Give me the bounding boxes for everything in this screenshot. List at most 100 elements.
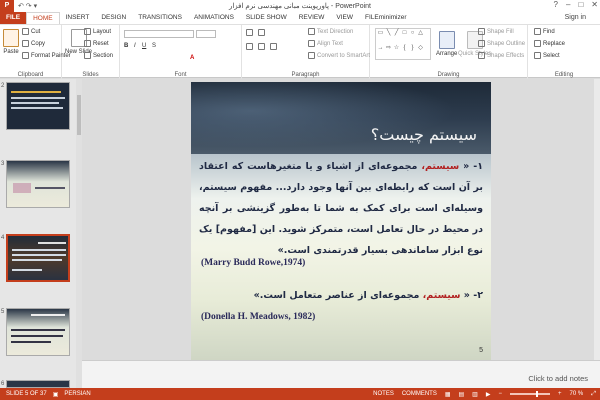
copy-button[interactable]: Copy — [22, 40, 45, 47]
bullets-button[interactable] — [246, 29, 253, 36]
notes-placeholder: Click to add notes — [528, 374, 588, 383]
slide-thumbnail[interactable] — [6, 160, 70, 208]
powerpoint-app-icon[interactable]: P — [0, 0, 14, 12]
align-center-button[interactable] — [258, 43, 265, 50]
zoom-slider[interactable] — [509, 391, 550, 397]
minimize-button[interactable]: – — [566, 0, 570, 9]
tab-design[interactable]: DESIGN — [95, 12, 132, 24]
help-button[interactable]: ? — [554, 0, 558, 9]
zoom-out-button[interactable]: − — [498, 391, 502, 397]
thumbnail-number: 6 — [1, 381, 5, 387]
tab-insert[interactable]: INSERT — [60, 12, 96, 24]
language-indicator[interactable]: PERSIAN — [64, 391, 90, 397]
cut-button[interactable]: Cut — [22, 28, 40, 35]
thumb-text-line — [12, 259, 62, 261]
shape-rect-icon[interactable]: □ — [401, 30, 408, 36]
font-color-button[interactable]: A — [190, 55, 194, 61]
bullets-icon — [246, 29, 253, 36]
tab-review[interactable]: REVIEW — [293, 12, 331, 24]
close-button[interactable]: ✕ — [591, 0, 598, 9]
paste-button[interactable]: Paste — [3, 29, 19, 55]
shape-line-icon[interactable]: ╱ — [393, 30, 400, 36]
italic-button[interactable]: I — [134, 43, 136, 49]
font-name-dropdown[interactable] — [124, 30, 194, 38]
slide-thumbnail[interactable] — [6, 82, 70, 130]
zoom-in-button[interactable]: + — [558, 391, 562, 397]
fit-slide-icon[interactable]: ⤢ — [591, 391, 596, 398]
slide-thumbnail-selected[interactable] — [6, 234, 70, 282]
layout-button[interactable]: Layout — [84, 28, 111, 35]
window-controls: ? – □ ✕ — [554, 0, 598, 9]
tab-home[interactable]: HOME — [26, 12, 60, 24]
notes-toggle[interactable]: NOTES — [373, 391, 394, 397]
slide-thumbnail[interactable] — [6, 308, 70, 356]
citation-1[interactable]: (Marry Budd Rowe,1974) — [201, 258, 305, 268]
tab-slide-show[interactable]: SLIDE SHOW — [240, 12, 293, 24]
paragraph-group-label: Paragraph — [291, 72, 320, 78]
shape-callout-icon[interactable]: ◇ — [417, 45, 424, 51]
find-button[interactable]: Find — [534, 28, 555, 35]
shape-fill-button[interactable]: Shape Fill — [478, 28, 514, 35]
spellcheck-icon[interactable]: ▣ — [53, 391, 59, 398]
convert-smartart-button[interactable]: Convert to SmartArt — [308, 52, 370, 59]
select-button[interactable]: Select — [534, 52, 560, 59]
zoom-slider-thumb[interactable] — [535, 391, 538, 397]
bold-button[interactable]: B — [124, 43, 128, 49]
font-size-dropdown[interactable] — [196, 30, 216, 38]
shape-triangle-icon[interactable]: △ — [417, 30, 424, 36]
shape-effects-button[interactable]: Shape Effects — [478, 52, 524, 59]
thumb-text-line — [35, 187, 65, 189]
shape-bracket-icon[interactable]: } — [409, 45, 416, 51]
shape-rect-icon[interactable]: ▭ — [377, 30, 384, 36]
shape-line-icon[interactable]: ╲ — [385, 30, 392, 36]
section-button[interactable]: Section — [84, 52, 113, 59]
slide-canvas[interactable]: سیستم چیست؟ ۱- « سیستم، مجموعه‌ای از اشی… — [191, 82, 491, 360]
replace-button[interactable]: Replace — [534, 40, 565, 47]
thumbnail-scrollbar[interactable] — [76, 79, 82, 388]
underline-button[interactable]: U — [142, 43, 146, 49]
slide-sorter-icon[interactable]: ▤ — [459, 391, 465, 398]
thumb-diagram — [13, 183, 31, 193]
scrollbar-thumb[interactable] — [77, 95, 81, 135]
normal-view-icon[interactable]: ▦ — [445, 391, 451, 398]
status-bar: SLIDE 5 OF 37 ▣ PERSIAN NOTES COMMENTS ▦… — [0, 388, 600, 400]
slide-thumbnail[interactable] — [6, 380, 70, 388]
shadow-button[interactable]: S — [152, 43, 156, 49]
tab-transitions[interactable]: TRANSITIONS — [132, 12, 188, 24]
align-right-button[interactable] — [270, 43, 277, 50]
slide-paragraph-1[interactable]: ۱- « سیستم، مجموعه‌ای از اشیاء و یا متغی… — [199, 156, 483, 261]
tab-fileminimizer[interactable]: FILEminimizer — [359, 12, 413, 24]
tab-file[interactable]: FILE — [0, 12, 27, 24]
slide-title[interactable]: سیستم چیست؟ — [371, 125, 477, 144]
shape-bracket-icon[interactable]: { — [401, 45, 408, 51]
comments-toggle[interactable]: COMMENTS — [402, 391, 437, 397]
shape-oval-icon[interactable]: ○ — [409, 30, 416, 36]
shapes-gallery[interactable]: ▭ ╲ ╱ □ ○ △ → ⇨ ☆{} ◇ — [375, 28, 431, 60]
align-text-button[interactable]: Align Text — [308, 40, 343, 47]
clipboard-group-label: Clipboard — [17, 72, 44, 78]
zoom-level[interactable]: 70 % — [570, 391, 584, 397]
text-direction-button[interactable]: Text Direction — [308, 28, 353, 35]
sign-in-link[interactable]: Sign in — [565, 12, 586, 24]
tab-view[interactable]: VIEW — [330, 12, 359, 24]
reading-view-icon[interactable]: ▥ — [472, 391, 478, 398]
citation-2[interactable]: (Donella H. Meadows, 1982) — [201, 312, 315, 322]
effects-icon — [478, 52, 485, 59]
tab-animations[interactable]: ANIMATIONS — [188, 12, 240, 24]
maximize-button[interactable]: □ — [578, 0, 583, 9]
thumb-text-line — [11, 107, 63, 109]
numbering-button[interactable] — [258, 29, 265, 36]
slideshow-icon[interactable]: ▶ — [486, 391, 491, 398]
reset-button[interactable]: Reset — [84, 40, 109, 47]
shape-arrow-icon[interactable]: ⇨ — [385, 45, 392, 51]
shape-star-icon[interactable]: ☆ — [393, 45, 400, 51]
align-left-button[interactable] — [246, 43, 253, 50]
slide-paragraph-2[interactable]: ۲- « سیستم، مجموعه‌ای از عناصر متعامل اس… — [199, 285, 483, 306]
thumb-text-line — [11, 91, 61, 93]
notes-pane[interactable]: Click to add notes — [82, 360, 600, 388]
quick-access-toolbar[interactable]: ↶ ↷ ▾ — [18, 2, 37, 10]
arrange-button[interactable]: Arrange — [436, 31, 457, 57]
shape-arrow-icon[interactable]: → — [377, 45, 384, 51]
shape-outline-button[interactable]: Shape Outline — [478, 40, 525, 47]
editor-scrollbar[interactable] — [594, 79, 600, 360]
